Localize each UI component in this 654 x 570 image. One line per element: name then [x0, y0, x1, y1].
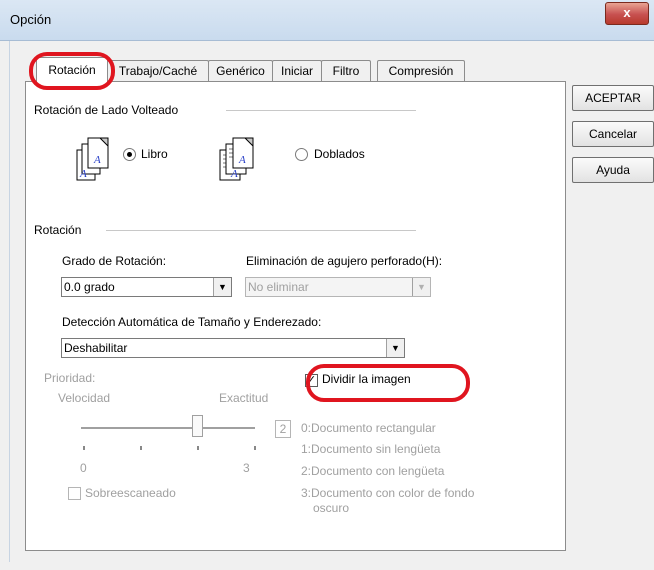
- autosize-select[interactable]: Deshabilitar ▼: [61, 338, 405, 358]
- tab-trabajo-cache[interactable]: Trabajo/Caché: [107, 60, 209, 81]
- speed-label: Velocidad: [58, 391, 111, 405]
- tab-iniciar[interactable]: Iniciar: [272, 60, 322, 81]
- help-button[interactable]: Ayuda: [572, 157, 654, 183]
- tab-generico[interactable]: Genérico: [208, 60, 273, 81]
- autosize-value: Deshabilitar: [64, 341, 128, 355]
- title-bar: Opción x: [0, 0, 654, 41]
- degree-label: Grado de Rotación:: [62, 254, 167, 268]
- rotation-group-title: Rotación: [34, 223, 82, 237]
- doc-type-3-cont: oscuro: [313, 501, 350, 515]
- overscan-checkbox[interactable]: [68, 487, 81, 500]
- radio-folded-label: Doblados: [314, 147, 365, 161]
- slider-tick: [140, 446, 142, 450]
- radio-folded[interactable]: [295, 148, 308, 161]
- option-dialog: Opción x Rotación Trabajo/Caché Genérico…: [0, 0, 654, 570]
- book-document-icon: A A: [76, 137, 109, 181]
- slider-min-label: 0: [80, 461, 87, 475]
- priority-slider-track[interactable]: [81, 427, 255, 429]
- tab-label: Rotación: [48, 63, 96, 77]
- close-button[interactable]: x: [605, 2, 649, 25]
- tab-label: Genérico: [216, 64, 265, 78]
- radio-book[interactable]: [123, 148, 136, 161]
- chevron-down-icon: ▼: [412, 278, 430, 296]
- radio-book-label: Libro: [141, 147, 168, 161]
- svg-text:A: A: [230, 168, 238, 180]
- ok-button[interactable]: ACEPTAR: [572, 85, 654, 111]
- split-image-label: Dividir la imagen: [322, 372, 411, 386]
- tab-compresion[interactable]: Compresión: [377, 60, 465, 81]
- svg-text:A: A: [93, 154, 101, 166]
- svg-text:A: A: [238, 154, 246, 166]
- accuracy-label: Exactitud: [219, 391, 269, 405]
- folded-document-icon: A A: [219, 137, 254, 181]
- slider-max-label: 3: [243, 461, 250, 475]
- flip-group-title: Rotación de Lado Volteado: [34, 103, 179, 117]
- tab-rotacion[interactable]: Rotación: [36, 57, 108, 82]
- group-divider: [226, 110, 416, 112]
- priority-slider-thumb[interactable]: [192, 415, 203, 437]
- window-title: Opción: [10, 12, 52, 27]
- overscan-label: Sobreescaneado: [85, 486, 176, 500]
- slider-value-box: 2: [275, 420, 291, 438]
- chevron-down-icon: ▼: [213, 278, 231, 296]
- degree-value: 0.0 grado: [64, 280, 115, 294]
- tab-label: Trabajo/Caché: [118, 64, 198, 78]
- chevron-down-icon: ▼: [386, 339, 404, 357]
- punch-value: No eliminar: [248, 280, 309, 294]
- close-icon: x: [623, 5, 631, 20]
- doc-type-1: 1:Documento sin lengüeta: [301, 442, 441, 456]
- tab-panel-rotacion: Rotación de Lado Volteado A A Libro A A …: [25, 81, 566, 551]
- tab-label: Filtro: [332, 64, 360, 78]
- split-image-checkbox[interactable]: ✓: [305, 374, 318, 387]
- slider-tick: [254, 446, 256, 450]
- tab-filtro[interactable]: Filtro: [321, 60, 371, 81]
- doc-type-0: 0:Documento rectangular: [301, 421, 436, 435]
- punch-label: Eliminación de agujero perforado(H):: [246, 254, 443, 268]
- punch-select[interactable]: No eliminar ▼: [245, 277, 431, 297]
- doc-type-2: 2:Documento con lengüeta: [301, 464, 445, 478]
- slider-tick: [83, 446, 85, 450]
- dialog-body: Rotación Trabajo/Caché Genérico Iniciar …: [9, 41, 647, 562]
- priority-label: Prioridad:: [44, 371, 96, 385]
- doc-type-3: 3:Documento con color de fondo: [301, 486, 475, 500]
- degree-select[interactable]: 0.0 grado ▼: [61, 277, 232, 297]
- tab-label: Compresión: [388, 64, 454, 78]
- slider-tick: [197, 446, 199, 450]
- svg-text:A: A: [79, 168, 87, 180]
- tab-label: Iniciar: [280, 64, 313, 78]
- autosize-label: Detección Automática de Tamaño y Enderez…: [62, 315, 322, 329]
- cancel-button[interactable]: Cancelar: [572, 121, 654, 147]
- group-divider: [106, 230, 416, 232]
